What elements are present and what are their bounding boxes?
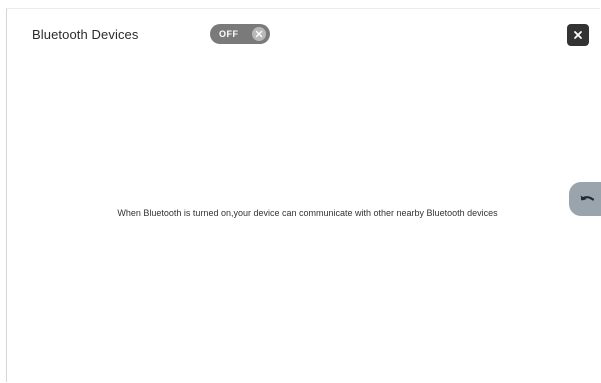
close-icon — [255, 30, 263, 38]
bluetooth-panel: Bluetooth Devices OFF — [6, 8, 600, 382]
undo-arrow-icon — [580, 195, 595, 201]
toggle-label: OFF — [219, 29, 239, 39]
bluetooth-info-message: When Bluetooth is turned on,your device … — [117, 208, 498, 218]
close-icon — [574, 31, 582, 39]
close-button[interactable] — [567, 24, 589, 46]
page-title: Bluetooth Devices — [32, 27, 139, 42]
bluetooth-toggle[interactable]: OFF — [210, 24, 270, 44]
toggle-knob — [252, 27, 266, 41]
back-button[interactable] — [569, 182, 601, 216]
